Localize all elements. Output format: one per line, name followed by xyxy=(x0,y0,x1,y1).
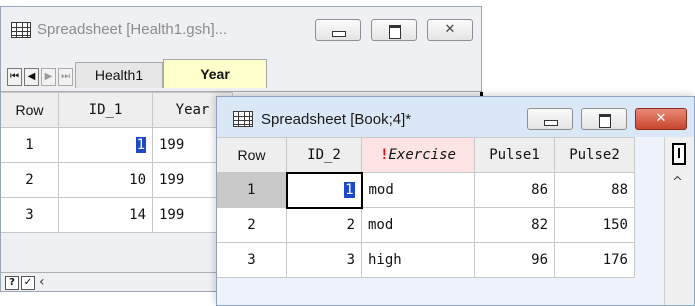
cell[interactable]: 150 xyxy=(554,207,635,243)
maximize-button[interactable] xyxy=(371,19,417,41)
split-handle-icon[interactable] xyxy=(672,143,686,165)
table-row: 1 1 199 xyxy=(1,127,233,163)
cell[interactable]: 86 xyxy=(474,172,555,208)
minimize-button[interactable] xyxy=(527,108,573,130)
next-sheet-button[interactable]: ▶ xyxy=(41,68,56,86)
close-icon: ✕ xyxy=(655,111,667,126)
cell[interactable]: mod xyxy=(361,207,475,243)
scroll-up-icon[interactable]: ^ xyxy=(672,175,683,190)
window-title: Spreadsheet [Health1.gsh]... xyxy=(37,21,228,38)
cell[interactable]: 14 xyxy=(58,197,153,233)
header-row: Row ID_1 Year xyxy=(1,92,233,128)
id1-column-header[interactable]: ID_1 xyxy=(58,92,153,128)
cell[interactable]: high xyxy=(361,242,475,278)
cell[interactable]: 3 xyxy=(286,242,362,278)
table-row: 3 3 high 96 176 xyxy=(217,242,635,278)
header-row: Row ID_2 !Exercise Pulse1 Pulse2 xyxy=(217,137,635,173)
spreadsheet-icon xyxy=(11,22,31,38)
selected-value: 1 xyxy=(344,182,355,198)
row-column-header[interactable]: Row xyxy=(1,92,59,128)
selected-value: 1 xyxy=(135,137,146,153)
flag-icon: ! xyxy=(380,147,389,163)
book4-titlebar[interactable]: Spreadsheet [Book;4]* ✕ xyxy=(217,97,694,137)
row-number[interactable]: 1 xyxy=(1,127,59,163)
cell[interactable]: 82 xyxy=(474,207,555,243)
row-column-header[interactable]: Row xyxy=(217,137,287,173)
table-row: 2 10 199 xyxy=(1,162,233,198)
row-number[interactable]: 1 xyxy=(217,172,287,208)
first-sheet-button[interactable]: ⏮ xyxy=(7,68,22,86)
table-row: 2 2 mod 82 150 xyxy=(217,207,635,243)
cell[interactable]: 1 xyxy=(58,127,153,163)
active-cell[interactable]: 1 xyxy=(285,171,363,209)
exercise-header-label: Exercise xyxy=(388,147,456,163)
health1-data-grid[interactable]: Row ID_1 Year 1 1 199 2 10 199 3 14 199 xyxy=(1,92,233,233)
pulse2-column-header[interactable]: Pulse2 xyxy=(554,137,635,173)
minimize-icon xyxy=(528,109,572,129)
row-number[interactable]: 3 xyxy=(217,242,287,278)
maximize-icon xyxy=(582,109,626,129)
table-row: 3 14 199 xyxy=(1,197,233,233)
health1-titlebar[interactable]: Spreadsheet [Health1.gsh]... ✕ xyxy=(1,7,481,47)
checkbox[interactable]: ✓ xyxy=(21,276,35,290)
book4-spreadsheet-window[interactable]: Spreadsheet [Book;4]* ✕ Row ID_2 !Exerci… xyxy=(216,96,695,306)
maximize-icon xyxy=(372,20,416,40)
spreadsheet-icon xyxy=(233,111,253,127)
sheet-tab-bar: ⏮ ◀ ▶ ⏭ Health1 Year xyxy=(1,47,481,92)
cell[interactable]: 176 xyxy=(554,242,635,278)
book4-data-grid[interactable]: Row ID_2 !Exercise Pulse1 Pulse2 1 1 mod… xyxy=(217,137,635,278)
minimize-icon xyxy=(316,20,360,40)
minimize-button[interactable] xyxy=(315,19,361,41)
scroll-left-icon[interactable]: ‹ xyxy=(39,274,45,290)
tab-year[interactable]: Year xyxy=(163,59,267,88)
maximize-button[interactable] xyxy=(581,108,627,130)
table-row: 1 1 mod 86 88 xyxy=(217,171,635,209)
pulse1-column-header[interactable]: Pulse1 xyxy=(474,137,555,173)
row-number[interactable]: 2 xyxy=(217,207,287,243)
id2-column-header[interactable]: ID_2 xyxy=(286,137,362,173)
close-icon: ✕ xyxy=(444,22,456,37)
cell[interactable]: 96 xyxy=(474,242,555,278)
previous-sheet-button[interactable]: ◀ xyxy=(24,68,39,86)
tab-health1[interactable]: Health1 xyxy=(75,62,163,88)
exercise-column-header[interactable]: !Exercise xyxy=(361,137,475,173)
row-number[interactable]: 3 xyxy=(1,197,59,233)
close-button[interactable]: ✕ xyxy=(635,108,687,130)
vertical-scrollbar[interactable]: ^ xyxy=(664,137,694,305)
last-sheet-button[interactable]: ⏭ xyxy=(58,68,73,86)
cell[interactable]: 2 xyxy=(286,207,362,243)
cell[interactable]: 88 xyxy=(554,172,635,208)
cell[interactable]: mod xyxy=(361,172,475,208)
window-title: Spreadsheet [Book;4]* xyxy=(261,111,412,128)
close-button[interactable]: ✕ xyxy=(427,19,473,41)
row-number[interactable]: 2 xyxy=(1,162,59,198)
help-button[interactable]: ? xyxy=(5,276,19,290)
cell[interactable]: 10 xyxy=(58,162,153,198)
